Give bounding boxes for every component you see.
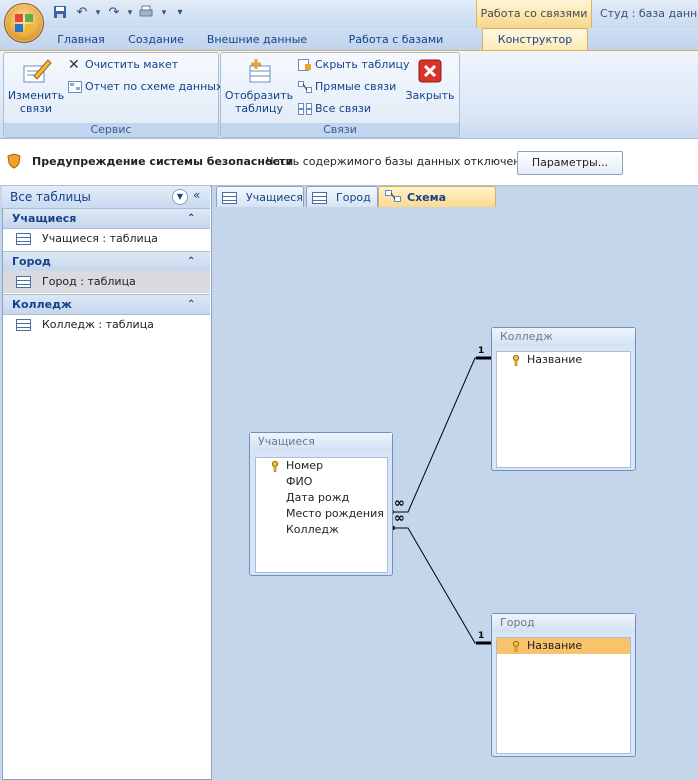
office-logo-icon xyxy=(15,14,33,32)
relation-students-college[interactable] xyxy=(390,356,491,514)
table-box-title[interactable]: Колледж xyxy=(492,328,635,346)
field-row[interactable]: Название xyxy=(511,352,582,368)
field-list: Название xyxy=(496,351,631,468)
relation-many-label: ∞ xyxy=(394,496,405,511)
relation-one-label: 1 xyxy=(478,346,485,356)
table-box-title[interactable]: Учащиеся xyxy=(250,433,392,451)
relation-one-label: 1 xyxy=(478,631,485,641)
field-name: Номер xyxy=(286,459,324,472)
key-icon xyxy=(271,460,279,472)
field-row[interactable]: Номер xyxy=(270,458,323,474)
relation-many-label: ∞ xyxy=(394,511,405,526)
table-box-city[interactable]: Город Название xyxy=(491,613,636,757)
field-list: Название xyxy=(496,637,631,754)
key-icon xyxy=(512,354,520,366)
field-list: Номер ФИО Дата рожд Место рождения Колле… xyxy=(255,457,388,573)
field-row[interactable]: ФИО xyxy=(286,474,312,490)
key-icon xyxy=(512,640,520,652)
field-name: Название xyxy=(527,639,583,652)
field-name: Название xyxy=(527,353,583,366)
field-row[interactable]: Дата рожд xyxy=(286,490,349,506)
table-box-title[interactable]: Город xyxy=(492,614,635,632)
table-box-college[interactable]: Колледж Название xyxy=(491,327,636,471)
field-row[interactable]: Место рождения xyxy=(286,506,384,522)
field-row[interactable]: Колледж xyxy=(286,522,339,538)
table-box-students[interactable]: Учащиеся Номер ФИО Дата рожд Место рожде… xyxy=(249,432,393,576)
relation-students-city[interactable] xyxy=(391,526,491,645)
field-row-selected[interactable]: Название xyxy=(497,638,630,654)
office-button[interactable] xyxy=(4,3,44,43)
